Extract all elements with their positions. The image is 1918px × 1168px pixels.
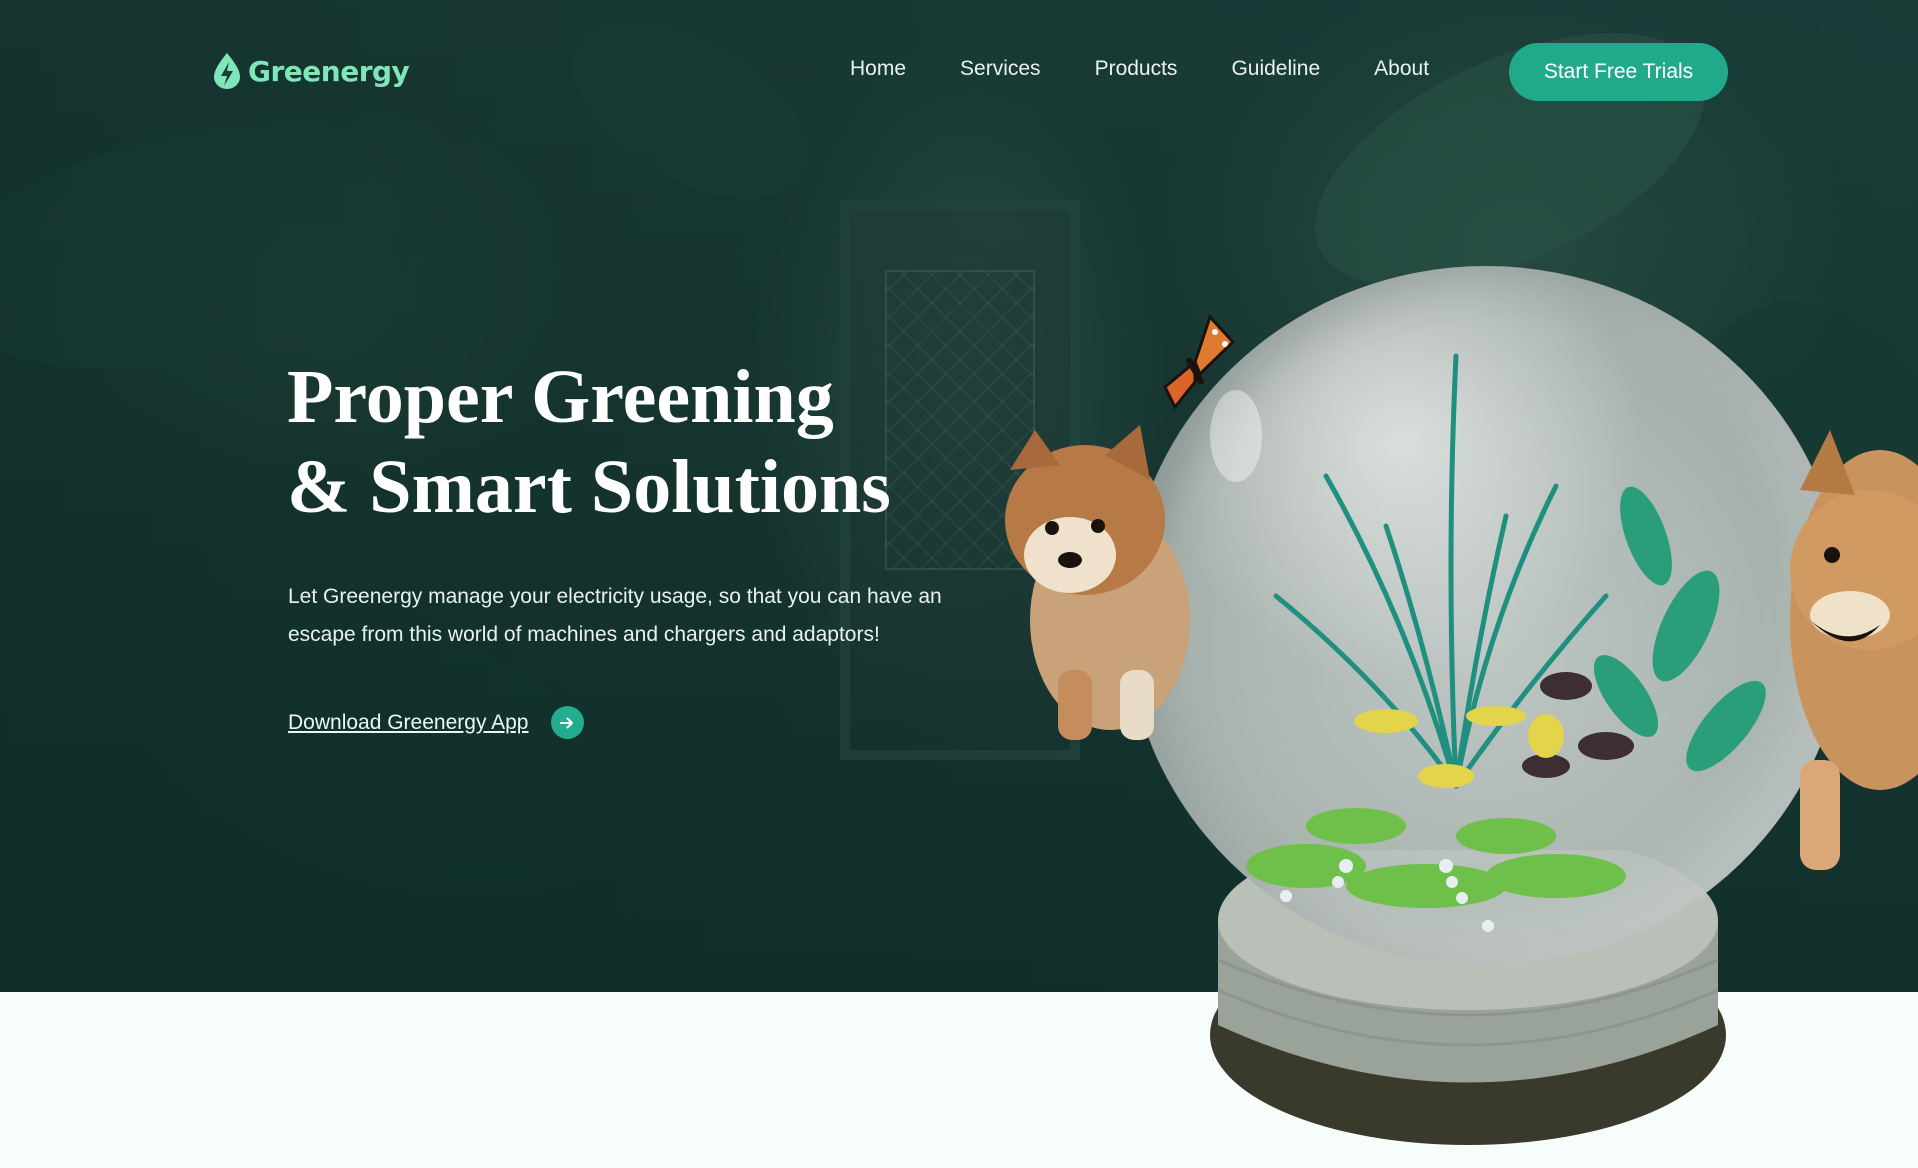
start-free-trial-button[interactable]: Start Free Trials [1509,43,1728,101]
nav-about[interactable]: About [1374,57,1429,81]
hero-title-line-1: Proper Greening [287,355,834,439]
dog-figurine-right [1790,430,1918,870]
butterfly [1163,314,1235,410]
brand-logo[interactable]: Greenergy [212,52,410,90]
leaf-bolt-icon [214,53,240,89]
hero-title-line-2: & Smart Solutions [287,445,891,529]
brand-name: Greenergy [248,54,410,88]
dog-figurine-left [1005,425,1190,740]
hero-subtitle: Let Greenergy manage your electricity us… [288,585,942,646]
arrow-right-icon[interactable] [550,706,584,739]
download-app-label: Download Greenergy App [288,710,529,734]
nav-home[interactable]: Home [850,57,906,81]
nav-services[interactable]: Services [960,57,1041,81]
main-nav: Home Services Products Guideline About [850,57,1429,81]
terrarium-illustration [990,260,1918,1145]
nav-guideline[interactable]: Guideline [1231,57,1320,81]
nav-products[interactable]: Products [1095,57,1178,81]
hero-title: Proper Greening & Smart Solutions [287,352,891,532]
download-app-link[interactable]: Download Greenergy App [288,706,584,739]
